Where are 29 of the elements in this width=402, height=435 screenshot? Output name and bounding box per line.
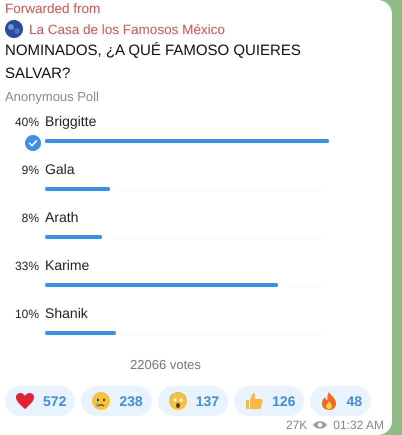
eye-icon bbox=[312, 420, 328, 430]
votes-count: 22066 votes bbox=[129, 357, 202, 372]
option-percent: 33% bbox=[14, 259, 39, 273]
poll-type: Anonymous Poll bbox=[5, 89, 100, 104]
poll-question: NOMINADOS, ¿A QUÉ FAMOSO QUIERES SALVAR? bbox=[5, 41, 302, 84]
option-name: Arath bbox=[45, 209, 80, 225]
forwarded-label: Forwarded from bbox=[5, 1, 102, 17]
heart-icon bbox=[15, 392, 35, 410]
option-percent: 8% bbox=[22, 211, 39, 225]
reaction-button[interactable]: 238 bbox=[81, 386, 152, 416]
option-name: Gala bbox=[45, 161, 76, 177]
option-percent: 9% bbox=[22, 163, 39, 177]
fire-icon bbox=[320, 391, 338, 411]
option-name: Briggitte bbox=[45, 113, 98, 129]
thumbs-up-icon bbox=[244, 391, 264, 411]
option-percent: 10% bbox=[14, 307, 39, 321]
message-time: 01:32 AM bbox=[333, 418, 384, 432]
channel-avatar-icon bbox=[5, 20, 23, 38]
view-count: 27K bbox=[286, 418, 308, 432]
reaction-button[interactable]: 126 bbox=[234, 386, 304, 416]
screaming-face-icon bbox=[168, 391, 188, 411]
option-name: Karime bbox=[45, 257, 90, 273]
reaction-button[interactable]: 137 bbox=[158, 386, 228, 416]
option-percent: 40% bbox=[14, 115, 39, 129]
reaction-button[interactable]: 572 bbox=[5, 386, 76, 416]
reaction-button[interactable]: 48 bbox=[310, 386, 372, 416]
option-name: Shanik bbox=[45, 305, 89, 321]
crying-face-icon bbox=[91, 391, 112, 411]
channel-link[interactable]: La Casa de los Famosos México bbox=[29, 22, 225, 36]
